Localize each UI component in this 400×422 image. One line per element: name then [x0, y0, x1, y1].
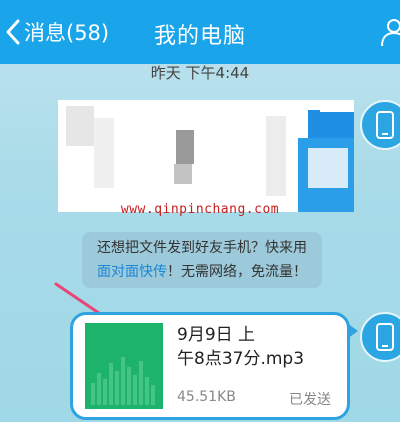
mosaic-block: [174, 164, 192, 184]
avatar[interactable]: [360, 100, 400, 150]
blurred-message-bubble[interactable]: [58, 100, 354, 212]
person-icon: [381, 19, 400, 47]
file-name: 9月9日 上 午8点37分.mp3: [177, 323, 337, 371]
file-name-line-1: 9月9日 上: [177, 325, 256, 345]
mosaic-block: [308, 148, 348, 188]
file-message-bubble[interactable]: 9月9日 上 午8点37分.mp3 45.51KB 已发送: [70, 312, 358, 420]
file-size: 45.51KB: [177, 389, 236, 405]
mosaic-block: [308, 110, 354, 140]
audio-waveform-icon: [85, 323, 163, 409]
top-nav-bar: 消息(58) 我的电脑: [0, 0, 400, 64]
bubble-tail: [347, 323, 358, 339]
tip-line-2-rest: ！无需网络，免流量！: [167, 264, 307, 280]
mosaic-block: [176, 130, 194, 164]
waveform-graphic: [91, 357, 155, 405]
mosaic-block: [94, 118, 114, 188]
phone-icon: [376, 323, 394, 351]
watermark-text: www.qinpinchang.com: [120, 202, 280, 217]
file-name-line-2: 午8点37分.mp3: [177, 349, 305, 369]
avatar[interactable]: [360, 312, 400, 362]
mosaic-block: [320, 100, 354, 112]
mosaic-block: [66, 106, 94, 146]
phone-icon: [376, 111, 394, 139]
mosaic-block: [266, 116, 286, 196]
page-title: 我的电脑: [153, 24, 246, 49]
send-status: 已发送: [289, 392, 331, 408]
profile-button[interactable]: [378, 16, 400, 52]
tip-line-1: 还想把文件发到好友手机？快来用: [97, 240, 307, 256]
message-timestamp: 昨天 下午4:44: [150, 64, 250, 82]
